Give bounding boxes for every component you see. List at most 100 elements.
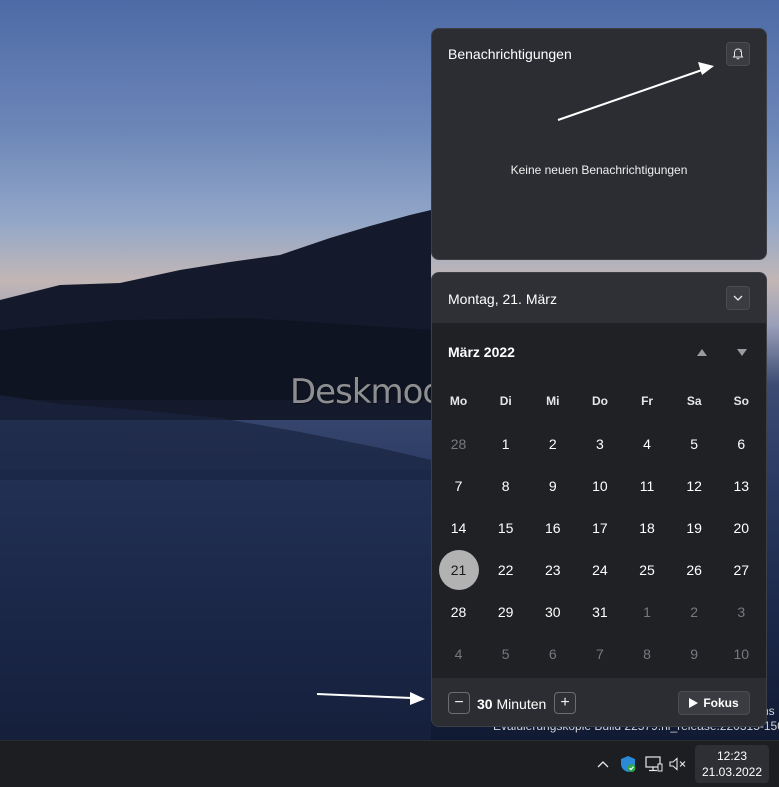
calendar-day[interactable]: 16 bbox=[529, 507, 576, 549]
calendar-day-number: 27 bbox=[733, 562, 750, 578]
calendar-day[interactable]: 29 bbox=[482, 591, 529, 633]
decrease-minutes-button[interactable]: − bbox=[448, 692, 470, 714]
calendar-day-number: 26 bbox=[686, 562, 702, 578]
calendar-day[interactable]: 26 bbox=[671, 549, 718, 591]
weekday-label: Mi bbox=[546, 394, 560, 408]
focus-minutes-unit: Minuten bbox=[496, 696, 547, 712]
calendar-day[interactable]: 17 bbox=[576, 507, 623, 549]
calendar-day[interactable]: 7 bbox=[435, 465, 482, 507]
calendar-flyout: Montag, 21. März März 2022 Mo Di Mi Do Fr Sa S… bbox=[431, 272, 767, 727]
calendar-day-number: 23 bbox=[545, 562, 561, 578]
start-focus-button[interactable]: Fokus bbox=[678, 691, 750, 715]
calendar-day[interactable]: 3 bbox=[576, 423, 623, 465]
calendar-day[interactable]: 15 bbox=[482, 507, 529, 549]
calendar-day[interactable]: 8 bbox=[624, 633, 671, 675]
show-hidden-icons-button[interactable] bbox=[593, 753, 613, 775]
calendar-day[interactable]: 24 bbox=[576, 549, 623, 591]
calendar-day-number: 10 bbox=[733, 646, 750, 662]
calendar-grid-area: März 2022 Mo Di Mi Do Fr Sa So 28 1 2 3 4 5 6 7 8 9 10 11… bbox=[432, 324, 766, 678]
previous-month-button[interactable] bbox=[695, 346, 709, 358]
calendar-day[interactable]: 1 bbox=[624, 591, 671, 633]
calendar-day-number: 31 bbox=[592, 604, 608, 620]
do-not-disturb-button[interactable]: z bbox=[726, 42, 750, 66]
chevron-down-icon bbox=[733, 295, 743, 301]
calendar-day-today[interactable]: 21 bbox=[435, 549, 482, 591]
weekday-label: Mo bbox=[449, 394, 468, 408]
calendar-day-number: 6 bbox=[548, 646, 557, 662]
calendar-day[interactable]: 8 bbox=[482, 465, 529, 507]
weekday-header-row: Mo Di Mi Do Fr Sa So bbox=[435, 394, 765, 408]
calendar-day-number: 9 bbox=[548, 478, 557, 494]
calendar-day-number: 18 bbox=[639, 520, 655, 536]
calendar-day[interactable]: 7 bbox=[576, 633, 623, 675]
calendar-day-number: 14 bbox=[450, 520, 467, 536]
bell-snooze-icon: z bbox=[732, 48, 744, 60]
calendar-day-number: 2 bbox=[690, 604, 699, 620]
calendar-day-number: 9 bbox=[690, 646, 699, 662]
calendar-day[interactable]: 1 bbox=[482, 423, 529, 465]
month-year-label[interactable]: März 2022 bbox=[448, 344, 515, 360]
calendar-day[interactable]: 28 bbox=[435, 591, 482, 633]
calendar-day[interactable]: 6 bbox=[718, 423, 765, 465]
calendar-day[interactable]: 23 bbox=[529, 549, 576, 591]
network-tray-button[interactable] bbox=[644, 753, 664, 775]
calendar-day-number: 5 bbox=[690, 436, 699, 452]
calendar-day[interactable]: 9 bbox=[671, 633, 718, 675]
calendar-day-number: 7 bbox=[454, 478, 463, 494]
defender-tray-button[interactable] bbox=[618, 753, 638, 775]
calendar-day[interactable]: 30 bbox=[529, 591, 576, 633]
defender-shield-icon bbox=[621, 756, 636, 772]
calendar-day[interactable]: 11 bbox=[624, 465, 671, 507]
calendar-day-number: 15 bbox=[497, 520, 514, 536]
calendar-day[interactable]: 13 bbox=[718, 465, 765, 507]
calendar-day[interactable]: 28 bbox=[435, 423, 482, 465]
notifications-title: Benachrichtigungen bbox=[448, 46, 572, 62]
next-month-button[interactable] bbox=[735, 346, 749, 358]
svg-text:z: z bbox=[740, 49, 743, 54]
calendar-day[interactable]: 3 bbox=[718, 591, 765, 633]
calendar-day-number: 4 bbox=[643, 436, 651, 452]
volume-tray-button[interactable] bbox=[668, 753, 688, 775]
calendar-day[interactable]: 10 bbox=[718, 633, 765, 675]
collapse-calendar-button[interactable] bbox=[726, 286, 750, 310]
calendar-day[interactable]: 18 bbox=[624, 507, 671, 549]
calendar-day[interactable]: 22 bbox=[482, 549, 529, 591]
calendar-day[interactable]: 31 bbox=[576, 591, 623, 633]
calendar-day-number: 1 bbox=[643, 604, 651, 620]
calendar-day[interactable]: 6 bbox=[529, 633, 576, 675]
calendar-day[interactable]: 2 bbox=[529, 423, 576, 465]
focus-session-bar: − 30 Minuten + Fokus bbox=[432, 678, 766, 726]
calendar-day-number: 21 bbox=[438, 550, 479, 590]
calendar-day[interactable]: 4 bbox=[624, 423, 671, 465]
calendar-day[interactable]: 14 bbox=[435, 507, 482, 549]
calendar-day[interactable]: 12 bbox=[671, 465, 718, 507]
calendar-day[interactable]: 10 bbox=[576, 465, 623, 507]
calendar-day[interactable]: 5 bbox=[482, 633, 529, 675]
weekday-label: Di bbox=[499, 394, 512, 408]
calendar-day[interactable]: 2 bbox=[671, 591, 718, 633]
weekday-label: So bbox=[733, 394, 749, 408]
calendar-day-number: 7 bbox=[596, 646, 604, 662]
calendar-day-number: 19 bbox=[686, 520, 702, 536]
calendar-day[interactable]: 20 bbox=[718, 507, 765, 549]
calendar-day[interactable]: 4 bbox=[435, 633, 482, 675]
calendar-day[interactable]: 19 bbox=[671, 507, 718, 549]
chevron-up-icon bbox=[597, 761, 609, 768]
calendar-day-number: 25 bbox=[639, 562, 655, 578]
increase-minutes-button[interactable]: + bbox=[554, 692, 576, 714]
calendar-day-number: 28 bbox=[450, 436, 467, 452]
taskbar-clock[interactable]: 12:23 21.03.2022 bbox=[695, 745, 769, 783]
calendar-day-number: 24 bbox=[592, 562, 608, 578]
calendar-day-number: 1 bbox=[501, 436, 510, 452]
calendar-day-number: 22 bbox=[497, 562, 514, 578]
calendar-day[interactable]: 25 bbox=[624, 549, 671, 591]
weekday-label: Do bbox=[591, 394, 608, 408]
calendar-day-number: 3 bbox=[737, 604, 746, 620]
calendar-day-number: 6 bbox=[737, 436, 746, 452]
calendar-day-number: 5 bbox=[501, 646, 510, 662]
calendar-day-number: 13 bbox=[733, 478, 750, 494]
calendar-day[interactable]: 27 bbox=[718, 549, 765, 591]
calendar-day[interactable]: 5 bbox=[671, 423, 718, 465]
calendar-day-number: 11 bbox=[639, 478, 655, 494]
calendar-day[interactable]: 9 bbox=[529, 465, 576, 507]
